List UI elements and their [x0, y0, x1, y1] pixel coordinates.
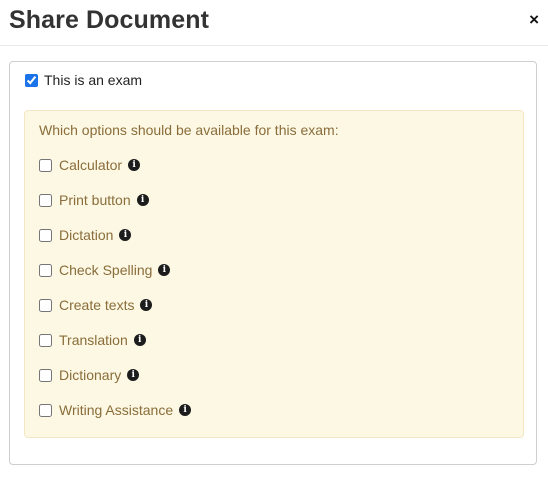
check-spelling-checkbox[interactable]	[39, 263, 52, 277]
calculator-checkbox[interactable]	[39, 158, 52, 172]
info-icon[interactable]: i	[127, 369, 140, 381]
share-document-dialog: Share Document × This is an exam Which o…	[0, 0, 548, 481]
translation-checkbox[interactable]	[39, 333, 52, 347]
exam-toggle-row[interactable]: This is an exam	[25, 72, 142, 88]
option-label: Dictionary	[59, 367, 122, 383]
option-label: Create texts	[59, 297, 135, 313]
info-icon[interactable]: i	[133, 334, 146, 346]
option-dictation[interactable]: Dictation i	[39, 227, 132, 243]
option-label: Translation	[59, 332, 128, 348]
option-label: Print button	[59, 192, 131, 208]
info-icon[interactable]: i	[128, 159, 141, 171]
info-icon[interactable]: i	[158, 264, 171, 276]
exam-options-box: Which options should be available for th…	[24, 110, 524, 438]
print-button-checkbox[interactable]	[39, 193, 52, 207]
writing-assistance-checkbox[interactable]	[39, 403, 52, 417]
option-label: Writing Assistance	[59, 402, 174, 418]
info-icon[interactable]: i	[140, 299, 153, 311]
exam-checkbox[interactable]	[25, 73, 38, 87]
option-label: Dictation	[59, 227, 114, 243]
option-print-button[interactable]: Print button i	[39, 192, 149, 208]
info-icon[interactable]: i	[119, 229, 132, 241]
close-icon[interactable]: ×	[529, 11, 539, 28]
option-check-spelling[interactable]: Check Spelling i	[39, 262, 171, 278]
dictionary-checkbox[interactable]	[39, 368, 52, 382]
dictation-checkbox[interactable]	[39, 228, 52, 242]
dialog-title: Share Document	[9, 6, 210, 34]
option-label: Calculator	[59, 157, 123, 173]
dialog-header: Share Document ×	[0, 0, 548, 46]
exam-settings-panel: This is an exam Which options should be …	[9, 61, 537, 465]
exam-options-heading: Which options should be available for th…	[39, 122, 339, 138]
info-icon[interactable]: i	[136, 194, 149, 206]
exam-label: This is an exam	[44, 72, 143, 88]
option-create-texts[interactable]: Create texts i	[39, 297, 153, 313]
option-dictionary[interactable]: Dictionary i	[39, 367, 140, 383]
create-texts-checkbox[interactable]	[39, 298, 52, 312]
option-writing-assistance[interactable]: Writing Assistance i	[39, 402, 192, 418]
info-icon[interactable]: i	[179, 404, 192, 416]
option-translation[interactable]: Translation i	[39, 332, 146, 348]
option-calculator[interactable]: Calculator i	[39, 157, 141, 173]
option-label: Check Spelling	[59, 262, 153, 278]
